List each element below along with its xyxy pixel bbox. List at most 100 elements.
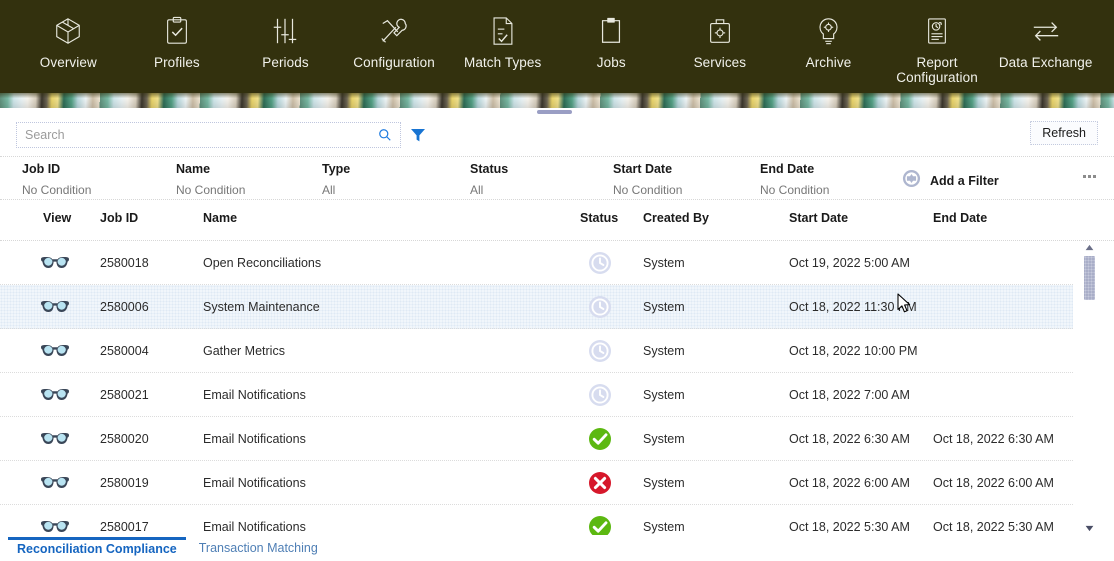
filter-title: Status bbox=[470, 162, 509, 176]
filter-icon[interactable] bbox=[409, 126, 426, 143]
vertical-scrollbar[interactable] bbox=[1083, 241, 1096, 535]
glasses-icon[interactable] bbox=[40, 241, 70, 285]
table-row[interactable]: 2580021 Email Notifications System Oct 18, … bbox=[0, 373, 1073, 417]
nav-label: Archive bbox=[805, 55, 852, 70]
filter-value[interactable]: All bbox=[470, 182, 508, 198]
cell-created-by: System bbox=[643, 476, 685, 490]
cell-name: Open Reconciliations bbox=[203, 256, 322, 270]
cell-start-date: Oct 18, 2022 7:00 AM bbox=[789, 388, 910, 402]
cell-end-date: Oct 18, 2022 6:30 AM bbox=[933, 432, 1054, 446]
cell-job-id: 2580004 bbox=[100, 344, 149, 358]
panel-resize-handle[interactable] bbox=[537, 110, 572, 114]
search-box[interactable] bbox=[16, 122, 401, 148]
nav-item-report-configuration[interactable]: Report Configuration bbox=[883, 8, 992, 85]
sliders-icon bbox=[268, 14, 302, 48]
nav-item-archive[interactable]: Archive bbox=[774, 8, 883, 70]
column-header-status[interactable]: Status bbox=[580, 211, 618, 225]
filter-value[interactable]: No Condition bbox=[613, 182, 682, 198]
cell-created-by: System bbox=[643, 256, 685, 270]
tab-reconciliation-compliance[interactable]: Reconciliation Compliance bbox=[8, 536, 186, 560]
cell-name: Gather Metrics bbox=[203, 344, 285, 358]
filter-title: End Date bbox=[760, 162, 815, 176]
cell-created-by: System bbox=[643, 300, 685, 314]
add-filter-label: Add a Filter bbox=[930, 174, 999, 188]
nav-item-overview[interactable]: Overview bbox=[14, 8, 123, 70]
add-filter-button[interactable]: Add a Filter bbox=[902, 169, 999, 193]
column-header-name[interactable]: Name bbox=[203, 211, 237, 225]
glasses-icon[interactable] bbox=[40, 329, 70, 373]
cell-job-id: 2580020 bbox=[100, 432, 149, 446]
filter-title: Start Date bbox=[613, 162, 673, 176]
scroll-up-arrow-icon[interactable] bbox=[1083, 241, 1096, 254]
table-row[interactable]: 2580006 System Maintenance System Oct 18, 2… bbox=[0, 285, 1073, 329]
filter-value[interactable]: No Condition bbox=[22, 182, 91, 198]
filter-column-status: Status All bbox=[470, 161, 508, 198]
filter-value[interactable]: No Condition bbox=[176, 182, 245, 198]
document-check-icon bbox=[486, 14, 520, 48]
search-icon[interactable] bbox=[376, 126, 394, 144]
nav-label: Profiles bbox=[153, 55, 200, 70]
column-header-view[interactable]: View bbox=[43, 211, 71, 225]
nav-label: Match Types bbox=[463, 55, 542, 70]
glasses-icon[interactable] bbox=[40, 461, 70, 505]
lightbulb-gear-icon bbox=[811, 14, 845, 48]
filter-column-end-date: End Date No Condition bbox=[760, 161, 829, 198]
cell-job-id: 2580018 bbox=[100, 256, 149, 270]
filter-title: Name bbox=[176, 162, 211, 176]
table-row[interactable]: 2580019 Email Notifications System Oct 18, … bbox=[0, 461, 1073, 505]
report-clock-icon bbox=[920, 14, 954, 48]
tab-transaction-matching[interactable]: Transaction Matching bbox=[190, 538, 327, 559]
tools-icon bbox=[377, 14, 411, 48]
filter-value[interactable]: All bbox=[322, 182, 350, 198]
nav-item-periods[interactable]: Periods bbox=[231, 8, 340, 70]
glasses-icon[interactable] bbox=[40, 373, 70, 417]
clipboard-icon bbox=[594, 14, 628, 48]
column-header-end-date[interactable]: End Date bbox=[933, 211, 987, 225]
filter-value[interactable]: No Condition bbox=[760, 182, 829, 198]
nav-label: Overview bbox=[39, 55, 97, 70]
cell-start-date: Oct 18, 2022 6:00 AM bbox=[789, 476, 910, 490]
status-badge bbox=[588, 329, 612, 373]
jobs-page: Overview Profiles Periods Configuration … bbox=[0, 0, 1114, 561]
column-header-start-date[interactable]: Start Date bbox=[789, 211, 848, 225]
cell-end-date: Oct 18, 2022 6:00 AM bbox=[933, 476, 1054, 490]
clipboard-check-icon bbox=[160, 14, 194, 48]
table-row[interactable]: 2580004 Gather Metrics System Oct 18, 2022 … bbox=[0, 329, 1073, 373]
nav-label: Data Exchange bbox=[998, 55, 1093, 70]
cell-job-id: 2580017 bbox=[100, 520, 149, 534]
cell-start-date: Oct 18, 2022 6:30 AM bbox=[789, 432, 910, 446]
nav-item-profiles[interactable]: Profiles bbox=[123, 8, 232, 70]
scrollbar-thumb[interactable] bbox=[1084, 256, 1095, 300]
cell-created-by: System bbox=[643, 432, 685, 446]
nav-item-configuration[interactable]: Configuration bbox=[340, 8, 449, 70]
filter-column-type: Type All bbox=[322, 161, 350, 198]
nav-item-match-types[interactable]: Match Types bbox=[448, 8, 557, 70]
scroll-down-arrow-icon[interactable] bbox=[1083, 522, 1096, 535]
cell-name: System Maintenance bbox=[203, 300, 320, 314]
table-row[interactable]: 2580020 Email Notifications System Oct 18, … bbox=[0, 417, 1073, 461]
cell-name: Email Notifications bbox=[203, 520, 306, 534]
search-toolbar: Refresh bbox=[0, 118, 1114, 153]
plus-circle-icon bbox=[902, 169, 921, 193]
nav-label: Configuration bbox=[353, 55, 435, 70]
search-input[interactable] bbox=[23, 128, 376, 142]
nav-label: Jobs bbox=[596, 55, 626, 70]
glasses-icon[interactable] bbox=[40, 417, 70, 461]
table-row[interactable]: 2580018 Open Reconciliations System Oct 19,… bbox=[0, 241, 1073, 285]
nav-item-jobs[interactable]: Jobs bbox=[557, 8, 666, 70]
more-options-icon[interactable] bbox=[1083, 175, 1096, 178]
cell-created-by: System bbox=[643, 388, 685, 402]
glasses-icon[interactable] bbox=[40, 505, 70, 535]
table-body: 2580018 Open Reconciliations System Oct 19,… bbox=[0, 241, 1114, 535]
table-row[interactable]: 2580017 Email Notifications System Oct 18, … bbox=[0, 505, 1073, 535]
cell-name: Email Notifications bbox=[203, 388, 306, 402]
refresh-button[interactable]: Refresh bbox=[1030, 121, 1098, 145]
nav-item-data-exchange[interactable]: Data Exchange bbox=[991, 8, 1100, 70]
nav-item-services[interactable]: Services bbox=[666, 8, 775, 70]
cell-end-date: Oct 18, 2022 5:30 AM bbox=[933, 520, 1054, 534]
column-header-created-by[interactable]: Created By bbox=[643, 211, 709, 225]
status-badge bbox=[588, 241, 612, 285]
column-header-job-id[interactable]: Job ID bbox=[100, 211, 138, 225]
cell-name: Email Notifications bbox=[203, 432, 306, 446]
glasses-icon[interactable] bbox=[40, 285, 70, 329]
